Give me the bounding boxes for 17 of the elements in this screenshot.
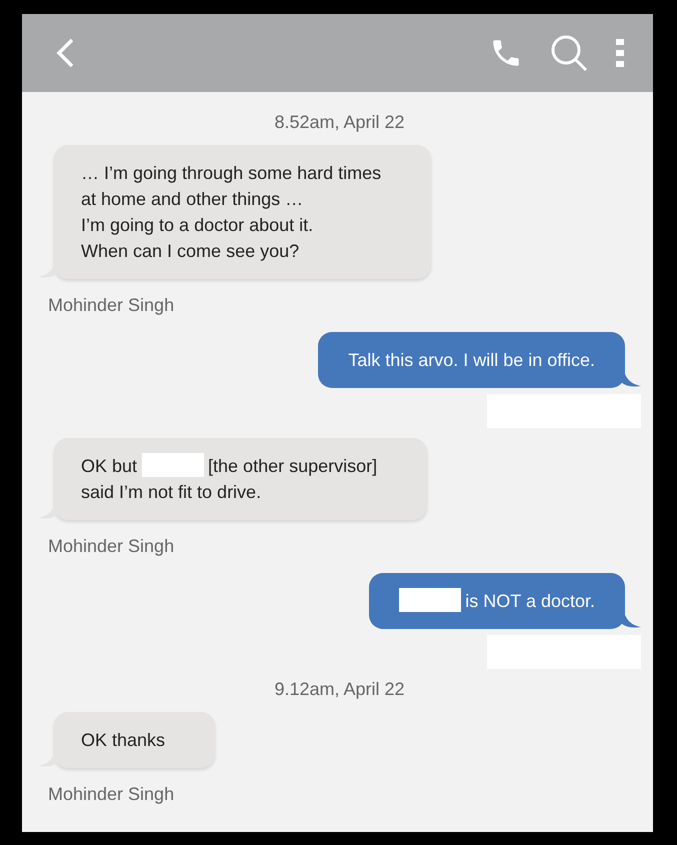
sender-name: Mohinder Singh — [48, 784, 174, 805]
message-text: said I’m not fit to drive. — [81, 482, 262, 502]
redaction-bar — [399, 588, 462, 612]
more-options-icon[interactable] — [615, 38, 625, 68]
redaction-bar — [142, 453, 204, 477]
message-text: is NOT a doctor. — [465, 591, 595, 611]
search-icon[interactable] — [549, 33, 589, 73]
sender-name: Mohinder Singh — [48, 295, 174, 316]
message-text: … I’m going through some hard times at home and other things … I’m going to a doctor about it. When can I come see you? — [81, 163, 382, 261]
sender-name: Mohinder Singh — [48, 536, 174, 557]
timestamp: 8.52am, April 22 — [274, 112, 405, 133]
timestamp: 9.12am, April 22 — [274, 679, 405, 700]
message-text: [the other supervisor] — [208, 456, 378, 476]
message-text: OK but — [81, 456, 138, 476]
message-text: Talk this arvo. I will be in office. — [348, 350, 595, 370]
back-icon[interactable] — [54, 37, 76, 69]
message-text: OK thanks — [81, 730, 166, 750]
